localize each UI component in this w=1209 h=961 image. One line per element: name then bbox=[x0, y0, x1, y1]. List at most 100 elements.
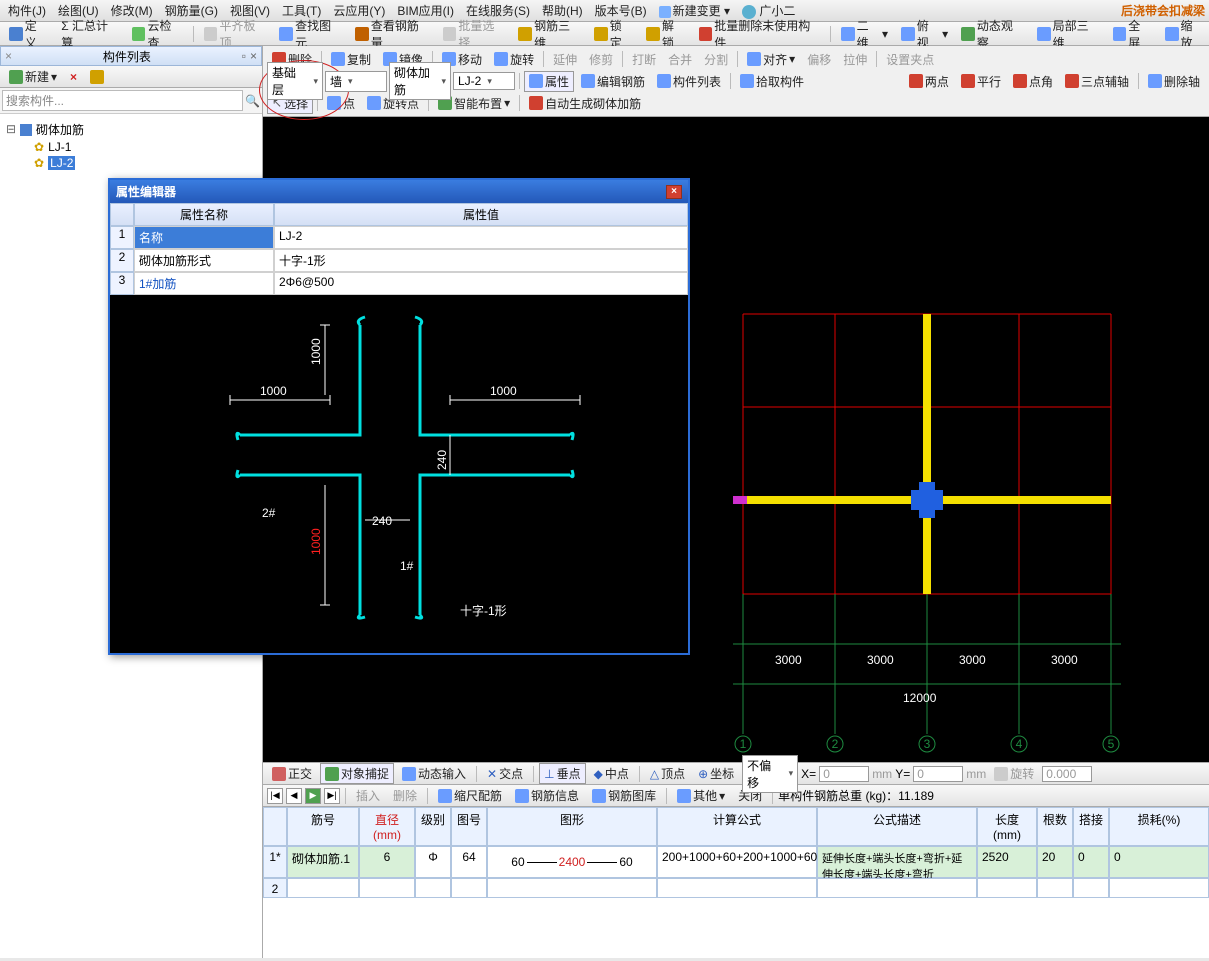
x-input[interactable]: 0 bbox=[819, 766, 869, 782]
table-hdr[interactable]: 图形 bbox=[487, 807, 657, 846]
folder-icon-button[interactable] bbox=[85, 68, 109, 86]
close-dock-icon[interactable]: × bbox=[5, 49, 12, 63]
osnap-button[interactable]: 对象捕捉 bbox=[320, 763, 394, 784]
dialog-titlebar[interactable]: 属性编辑器 × bbox=[110, 180, 688, 203]
pick-component-button[interactable]: 拾取构件 bbox=[735, 71, 809, 92]
two-point-button[interactable]: 两点 bbox=[904, 71, 954, 92]
stretch-button[interactable]: 拉伸 bbox=[838, 49, 872, 70]
cell-grade[interactable]: Φ bbox=[415, 846, 451, 878]
cell-shape[interactable]: 60 2400 60 bbox=[487, 846, 657, 878]
cell-empty[interactable] bbox=[1073, 878, 1109, 898]
cell-name[interactable]: 砌体加筋.1 bbox=[287, 846, 359, 878]
offset-combo[interactable]: 不偏移 bbox=[742, 755, 798, 793]
close-icon[interactable]: × bbox=[250, 49, 257, 63]
offset-button[interactable]: 偏移 bbox=[802, 49, 836, 70]
y-input[interactable]: 0 bbox=[913, 766, 963, 782]
table-row[interactable]: 1* 砌体加筋.1 6 Φ 64 60 2400 60 200+1000+60+… bbox=[263, 846, 1209, 878]
close-icon[interactable]: × bbox=[666, 185, 682, 199]
extend-button[interactable]: 延伸 bbox=[548, 49, 582, 70]
cell-empty[interactable] bbox=[287, 878, 359, 898]
table-hdr[interactable]: 搭接 bbox=[1073, 807, 1109, 846]
point-angle-button[interactable]: 点角 bbox=[1008, 71, 1058, 92]
cell-empty[interactable] bbox=[415, 878, 451, 898]
rebar-library-button[interactable]: 钢筋图库 bbox=[587, 785, 661, 806]
prop-value-cell[interactable]: LJ-2 bbox=[274, 226, 688, 249]
collapse-icon[interactable]: ⊟ bbox=[6, 122, 16, 137]
pin-icon[interactable]: ▫ bbox=[242, 49, 246, 63]
dyninput-button[interactable]: 动态输入 bbox=[397, 763, 471, 784]
scale-rebar-button[interactable]: 缩尺配筋 bbox=[433, 785, 507, 806]
tree-root[interactable]: ⊟ 砌体加筋 bbox=[4, 120, 258, 139]
prop-name-cell[interactable]: 名称 bbox=[134, 226, 274, 249]
prop-value-cell[interactable]: 2Φ6@500 bbox=[274, 272, 688, 295]
rebar-info-button[interactable]: 钢筋信息 bbox=[510, 785, 584, 806]
prop-name-cell[interactable]: 1#加筋 bbox=[134, 272, 274, 295]
component-list-button[interactable]: 构件列表 bbox=[652, 71, 726, 92]
properties-button[interactable]: 属性 bbox=[524, 71, 574, 92]
rot-input[interactable]: 0.000 bbox=[1042, 766, 1092, 782]
cell-count[interactable]: 20 bbox=[1037, 846, 1073, 878]
tree-item-selected[interactable]: ✿ LJ-2 bbox=[4, 155, 258, 171]
floor-combo[interactable]: 基础层 bbox=[267, 62, 323, 100]
cell-empty[interactable] bbox=[1109, 878, 1209, 898]
insert-button[interactable]: 插入 bbox=[351, 785, 385, 806]
cell-desc[interactable]: 延伸长度+端头长度+弯折+延伸长度+端头长度+弯折 bbox=[817, 846, 977, 878]
copy-button[interactable]: 复制 bbox=[326, 49, 376, 70]
ortho-button[interactable]: 正交 bbox=[267, 763, 317, 784]
new-button[interactable]: 新建 ▾ bbox=[4, 66, 62, 87]
table-hdr[interactable]: 筋号 bbox=[287, 807, 359, 846]
rotate-button[interactable]: 旋转 bbox=[489, 49, 539, 70]
intersect-button[interactable]: ✕交点 bbox=[482, 763, 528, 784]
table-hdr[interactable]: 计算公式 bbox=[657, 807, 817, 846]
cell-empty[interactable] bbox=[977, 878, 1037, 898]
cell-fig[interactable]: 64 bbox=[451, 846, 487, 878]
coord-button[interactable]: ⊕坐标 bbox=[693, 763, 739, 784]
delete-row-button[interactable]: 删除 bbox=[388, 785, 422, 806]
cell-empty[interactable] bbox=[487, 878, 657, 898]
point-button[interactable]: 点 bbox=[322, 93, 360, 114]
prop-name-cell[interactable]: 砌体加筋形式 bbox=[134, 249, 274, 272]
grip-button[interactable]: 设置夹点 bbox=[881, 49, 939, 70]
mid-button[interactable]: ◆中点 bbox=[589, 763, 634, 784]
tree-item[interactable]: ✿ LJ-1 bbox=[4, 139, 258, 155]
three-point-button[interactable]: 三点辅轴 bbox=[1060, 71, 1134, 92]
align-button[interactable]: 对齐 ▾ bbox=[742, 49, 800, 70]
auto-generate-button[interactable]: 自动生成砌体加筋 bbox=[524, 93, 646, 114]
table-hdr[interactable]: 图号 bbox=[451, 807, 487, 846]
edit-rebar-button[interactable]: 编辑钢筋 bbox=[576, 71, 650, 92]
cell-formula[interactable]: 200+1000+60+200+1000+60 bbox=[657, 846, 817, 878]
split-button[interactable]: 分割 bbox=[699, 49, 733, 70]
cell-empty[interactable] bbox=[657, 878, 817, 898]
cell-loss[interactable]: 0 bbox=[1109, 846, 1209, 878]
cell-diameter[interactable]: 6 bbox=[359, 846, 415, 878]
other-button[interactable]: 其他 ▾ bbox=[672, 785, 730, 806]
table-row[interactable]: 2 bbox=[263, 878, 1209, 898]
table-hdr[interactable]: 长度(mm) bbox=[977, 807, 1037, 846]
table-hdr[interactable]: 级别 bbox=[415, 807, 451, 846]
delete-axis-button[interactable]: 删除轴 bbox=[1143, 71, 1205, 92]
parallel-button[interactable]: 平行 bbox=[956, 71, 1006, 92]
prop-value-cell[interactable]: 十字-1形 bbox=[274, 249, 688, 272]
table-hdr[interactable]: 损耗(%) bbox=[1109, 807, 1209, 846]
type-combo[interactable]: 砌体加筋 bbox=[389, 62, 451, 100]
delete-icon-button[interactable]: × bbox=[65, 68, 82, 86]
first-button[interactable]: |◀ bbox=[267, 788, 283, 804]
table-hdr[interactable]: 根数 bbox=[1037, 807, 1073, 846]
cell-empty[interactable] bbox=[817, 878, 977, 898]
cell-lap[interactable]: 0 bbox=[1073, 846, 1109, 878]
merge-button[interactable]: 合并 bbox=[663, 49, 697, 70]
table-hdr[interactable]: 直径(mm) bbox=[359, 807, 415, 846]
last-button[interactable]: ▶| bbox=[324, 788, 340, 804]
trim-button[interactable]: 修剪 bbox=[584, 49, 618, 70]
cell-empty[interactable] bbox=[359, 878, 415, 898]
cell-length[interactable]: 2520 bbox=[977, 846, 1037, 878]
item-combo[interactable]: LJ-2 bbox=[453, 72, 515, 90]
table-hdr[interactable]: 公式描述 bbox=[817, 807, 977, 846]
break-button[interactable]: 打断 bbox=[627, 49, 661, 70]
search-icon[interactable]: 🔍 bbox=[245, 94, 260, 108]
play-button[interactable]: ▶ bbox=[305, 788, 321, 804]
vertex-button[interactable]: △顶点 bbox=[645, 763, 690, 784]
prev-button[interactable]: ◀ bbox=[286, 788, 302, 804]
cell-empty[interactable] bbox=[1037, 878, 1073, 898]
wall-combo[interactable]: 墙 bbox=[325, 71, 387, 92]
